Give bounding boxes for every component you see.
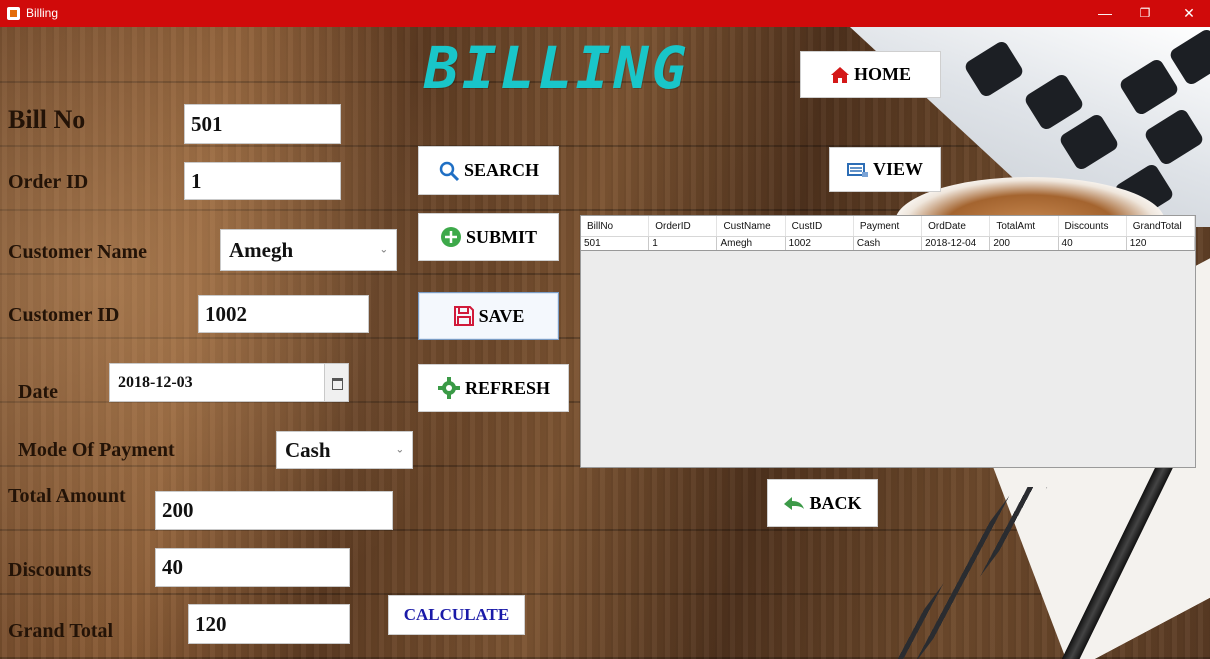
view-icon [846, 162, 868, 177]
chevron-down-icon: ⌄ [395, 444, 404, 456]
table-cell: 1 [649, 237, 718, 250]
home-button[interactable]: HOME [800, 51, 941, 98]
window-titlebar: Billing — ❐ ✕ [0, 0, 1210, 27]
customer-name-label: Customer Name [8, 241, 148, 263]
billing-table[interactable]: BillNo OrderID CustName CustID Payment O… [580, 215, 1196, 468]
column-header-custname[interactable]: CustName [717, 216, 786, 236]
column-header-billno[interactable]: BillNo [581, 216, 650, 236]
submit-button[interactable]: SUBMIT [418, 213, 559, 261]
column-header-orderid[interactable]: OrderID [649, 216, 718, 236]
table-cell: 1002 [786, 237, 854, 250]
date-label: Date [18, 381, 58, 403]
save-icon [453, 306, 474, 326]
refresh-button[interactable]: REFRESH [418, 364, 569, 412]
close-button[interactable]: ✕ [1175, 4, 1203, 22]
gear-refresh-icon [437, 377, 460, 399]
save-button-label: SAVE [478, 305, 525, 326]
discounts-label: Discounts [8, 559, 92, 581]
customer-id-field[interactable]: 1002 [198, 295, 369, 333]
maximize-button[interactable]: ❐ [1131, 4, 1159, 22]
window-title: Billing [26, 6, 59, 20]
view-button[interactable]: VIEW [829, 147, 941, 192]
customer-name-select[interactable]: Amegh ⌄ [220, 229, 397, 271]
table-cell: Cash [854, 237, 923, 250]
minimize-button[interactable]: — [1091, 4, 1119, 22]
search-icon [439, 161, 460, 181]
table-cell: 2018-12-04 [922, 237, 991, 250]
refresh-button-label: REFRESH [464, 377, 551, 398]
total-amount-label: Total Amount [8, 485, 126, 507]
bill-no-field[interactable]: 501 [184, 104, 341, 144]
table-row[interactable]: 501 1 Amegh 1002 Cash 2018-12-04 200 40 … [581, 237, 1195, 251]
back-button-label: BACK [809, 492, 862, 513]
search-button-label: SEARCH [463, 160, 539, 180]
bill-no-label: Bill No [8, 105, 86, 134]
column-header-discounts[interactable]: Discounts [1059, 216, 1127, 236]
back-button[interactable]: BACK [767, 479, 878, 527]
table-header: BillNo OrderID CustName CustID Payment O… [581, 216, 1195, 237]
table-cell: 120 [1127, 237, 1195, 250]
order-id-field[interactable]: 1 [184, 162, 341, 200]
column-header-payment[interactable]: Payment [854, 216, 923, 236]
home-button-label: HOME [854, 64, 911, 84]
table-cell: 40 [1059, 237, 1127, 250]
payment-mode-value: Cash [285, 437, 331, 462]
payment-mode-select[interactable]: Cash ⌄ [276, 431, 413, 469]
table-cell: 501 [581, 237, 650, 250]
home-icon [831, 66, 849, 83]
column-header-grandtotal[interactable]: GrandTotal [1127, 216, 1195, 236]
discounts-field[interactable]: 40 [155, 548, 350, 587]
save-button[interactable]: SAVE [418, 292, 559, 340]
java-app-icon [7, 7, 20, 20]
column-header-custid[interactable]: CustID [786, 216, 854, 236]
customer-name-value: Amegh [229, 237, 294, 262]
grand-total-label: Grand Total [8, 620, 114, 642]
mode-of-payment-label: Mode Of Payment [18, 439, 175, 461]
chevron-down-icon: ⌄ [379, 244, 388, 256]
calendar-icon[interactable] [324, 364, 348, 401]
plus-circle-icon [440, 227, 461, 247]
column-header-orddate[interactable]: OrdDate [922, 216, 991, 236]
table-cell: 200 [990, 237, 1059, 250]
date-value: 2018-12-03 [118, 373, 193, 391]
calculate-button[interactable]: CALCULATE [388, 595, 525, 635]
page-title: BILLING [424, 34, 690, 102]
view-button-label: VIEW [872, 159, 923, 179]
order-id-label: Order ID [8, 171, 89, 193]
column-header-totalamt[interactable]: TotalAmt [990, 216, 1059, 236]
back-arrow-icon [784, 497, 805, 510]
customer-id-label: Customer ID [8, 304, 120, 326]
total-amount-field[interactable]: 200 [155, 491, 393, 530]
table-cell: Amegh [717, 237, 786, 250]
date-picker[interactable]: 2018-12-03 [109, 363, 349, 402]
submit-button-label: SUBMIT [465, 226, 537, 247]
grand-total-field[interactable]: 120 [188, 604, 350, 644]
search-button[interactable]: SEARCH [418, 146, 559, 195]
